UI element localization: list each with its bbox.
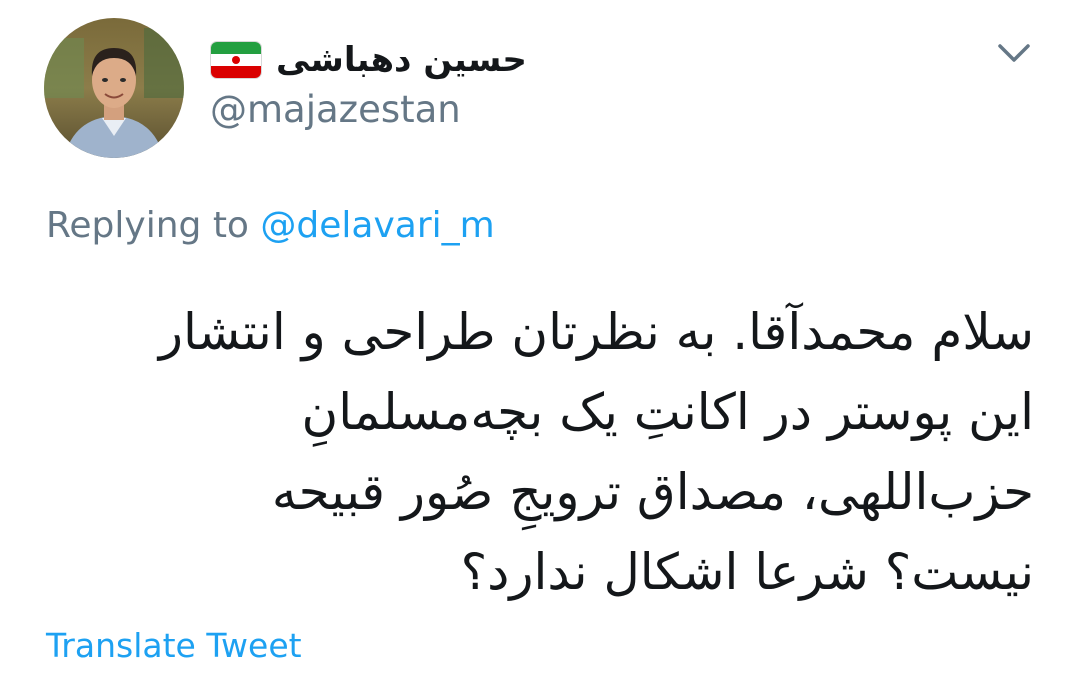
tweet-text-line: حزب‌اللهی، مصداق ترویجِ صُور قبیحه [271,463,1034,521]
profile-photo [44,18,184,158]
author-display-name[interactable]: حسین دهباشی [276,43,527,77]
tweet-text-line: نیست؟ شرعا اشکال ندارد؟ [460,543,1034,601]
author-handle[interactable]: @majazestan [210,88,461,132]
iran-flag-icon [210,41,262,79]
avatar[interactable] [44,18,184,158]
reply-mention-link[interactable]: @delavari_m [260,205,494,246]
tweet-text: سلام محمدآقا. به نظرتان طراحی و انتشار ا… [54,292,1034,612]
tweet-text-line: این پوستر در اکانتِ یک بچه‌مسلمانِ [301,383,1034,441]
chevron-down-icon[interactable] [994,36,1034,70]
reply-prefix: Replying to [46,205,249,246]
author-name-row: حسین دهباشی [210,32,527,88]
translate-tweet-link[interactable]: Translate Tweet [46,626,302,666]
reply-context: Replying to @delavari_m [46,204,495,247]
tweet-text-line: سلام محمدآقا. به نظرتان طراحی و انتشار [158,303,1034,361]
